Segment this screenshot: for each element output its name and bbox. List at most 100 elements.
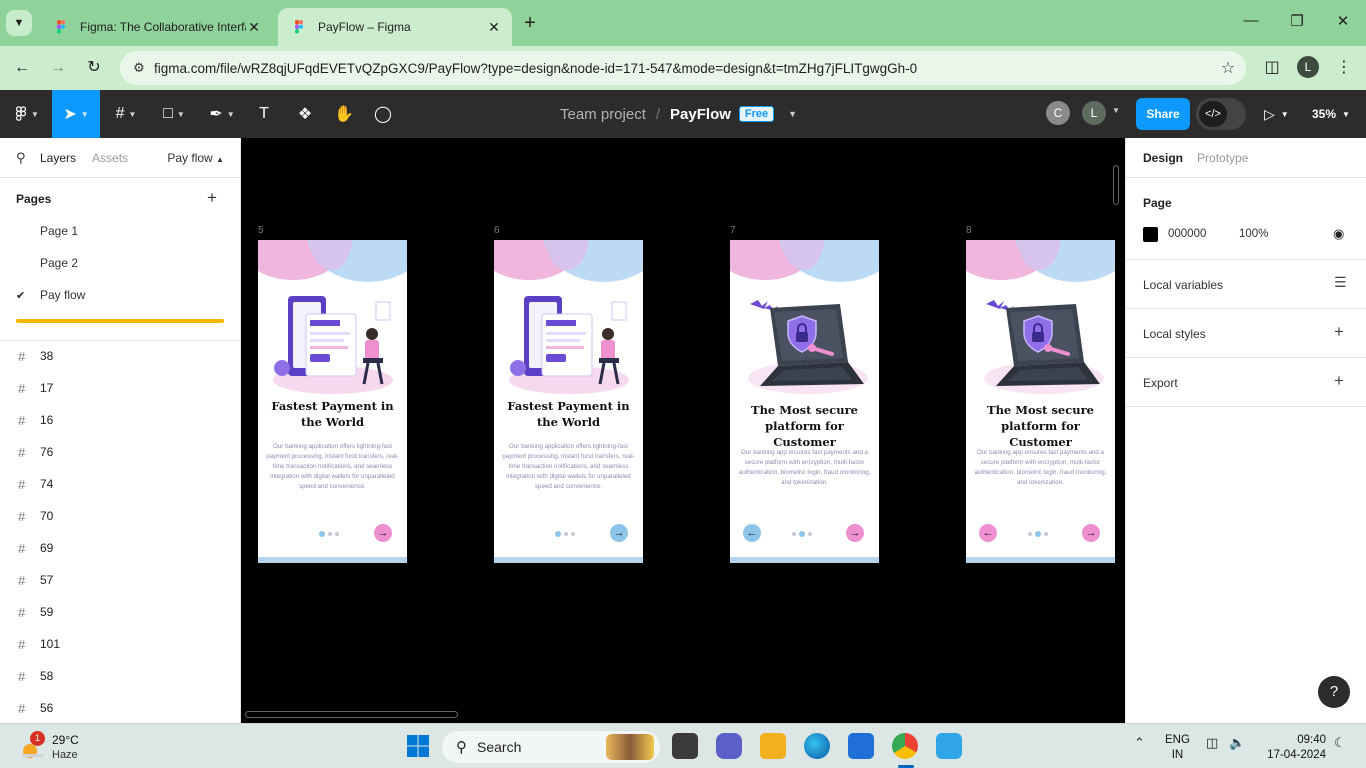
- windows-start-icon[interactable]: [405, 733, 431, 759]
- move-tool-button[interactable]: ➤ ▼: [52, 90, 100, 138]
- frame-label[interactable]: 6: [494, 225, 500, 236]
- task-view-icon[interactable]: [672, 733, 698, 759]
- new-tab-button[interactable]: +: [518, 12, 542, 36]
- address-bar[interactable]: ⚙ figma.com/file/wRZ8qjUFqdEVETvQZpGXC9/…: [120, 51, 1246, 85]
- onboarding-frame[interactable]: Fastest Payment in the World Our banking…: [258, 240, 407, 563]
- notification-moon-icon[interactable]: ☾: [1334, 735, 1346, 751]
- collaborator-avatar[interactable]: L: [1082, 101, 1106, 125]
- page-switcher[interactable]: Pay flow ▲: [167, 151, 224, 165]
- pages-resize-handle[interactable]: [16, 319, 224, 323]
- minimize-button[interactable]: —: [1228, 12, 1274, 29]
- taskbar-search[interactable]: ⚲ Search: [442, 731, 660, 763]
- tab-assets[interactable]: Assets: [92, 151, 128, 165]
- page-color-hex[interactable]: 000000: [1168, 228, 1206, 240]
- team-name[interactable]: Team project: [560, 106, 646, 123]
- resources-button[interactable]: ❖: [290, 90, 320, 138]
- page-item-pay-flow[interactable]: Pay flow: [40, 288, 85, 302]
- layer-frame[interactable]: #70: [18, 506, 53, 526]
- search-icon[interactable]: ⚲: [16, 150, 30, 166]
- onboarding-frame[interactable]: Fastest Payment in the World Our banking…: [494, 240, 643, 563]
- main-menu-button[interactable]: ▼: [6, 90, 48, 138]
- add-page-icon[interactable]: +: [207, 188, 217, 208]
- hand-tool-button[interactable]: ✋: [330, 90, 358, 138]
- add-style-icon[interactable]: +: [1334, 322, 1344, 342]
- local-styles-section[interactable]: Local styles +: [1126, 309, 1366, 358]
- frame-label[interactable]: 7: [730, 225, 736, 236]
- vertical-scrollbar[interactable]: [1113, 165, 1119, 205]
- next-arrow-icon[interactable]: →: [846, 524, 864, 542]
- pen-tool-button[interactable]: ✒ ▼: [200, 90, 244, 138]
- layer-frame[interactable]: #69: [18, 538, 53, 558]
- horizontal-scrollbar[interactable]: [245, 711, 458, 718]
- collaborator-avatar[interactable]: C: [1046, 101, 1070, 125]
- tab-prototype[interactable]: Prototype: [1197, 151, 1248, 165]
- eye-icon[interactable]: ◉: [1333, 226, 1344, 242]
- page-item-page-1[interactable]: Page 1: [40, 224, 78, 238]
- page-item-page-2[interactable]: Page 2: [40, 256, 78, 270]
- layer-frame[interactable]: #59: [18, 602, 53, 622]
- browser-tab-figma-home[interactable]: Figma: The Collaborative Interface Desig…: [40, 8, 272, 46]
- teams-chat-icon[interactable]: [716, 733, 742, 759]
- share-button[interactable]: Share: [1136, 98, 1190, 130]
- help-button[interactable]: ?: [1318, 676, 1350, 708]
- chrome-icon[interactable]: [892, 733, 918, 759]
- dev-mode-toggle[interactable]: </>: [1196, 98, 1246, 130]
- back-arrow-icon[interactable]: ←: [9, 55, 35, 81]
- onboarding-frame[interactable]: The Most secure platform for Customer Ou…: [966, 240, 1115, 563]
- design-canvas[interactable]: 5 Fastest Payment in the World Our banki…: [241, 138, 1125, 723]
- layer-frame[interactable]: #74: [18, 474, 53, 494]
- chevron-up-icon[interactable]: ⌃: [1134, 735, 1145, 751]
- add-export-icon[interactable]: +: [1334, 371, 1344, 391]
- export-section[interactable]: Export +: [1126, 358, 1366, 407]
- layer-frame[interactable]: #17: [18, 378, 53, 398]
- more-menu-icon[interactable]: ⋮: [1331, 55, 1357, 81]
- browser-tab-payflow[interactable]: PayFlow – Figma ✕: [278, 8, 512, 46]
- profile-avatar[interactable]: L: [1297, 56, 1319, 78]
- shape-tool-button[interactable]: □ ▼: [152, 90, 196, 138]
- frame-tool-button[interactable]: # ▼: [104, 90, 148, 138]
- weather-temperature[interactable]: 29°C: [52, 733, 79, 747]
- page-opacity[interactable]: 100%: [1239, 228, 1268, 240]
- close-window-button[interactable]: ✕: [1320, 12, 1366, 30]
- reload-icon[interactable]: ↻: [81, 55, 107, 81]
- volume-icon[interactable]: 🔈: [1229, 735, 1245, 751]
- variables-sliders-icon[interactable]: ☰: [1334, 274, 1347, 291]
- comment-tool-button[interactable]: ◯: [369, 90, 397, 138]
- layer-frame[interactable]: #58: [18, 666, 53, 686]
- tab-search-button[interactable]: ▼: [6, 10, 32, 36]
- page-color-swatch[interactable]: [1143, 227, 1158, 242]
- text-tool-button[interactable]: T: [250, 90, 278, 138]
- edge-browser-icon[interactable]: [804, 733, 830, 759]
- close-tab-icon[interactable]: ✕: [486, 19, 502, 36]
- next-arrow-icon[interactable]: →: [1082, 524, 1100, 542]
- language-indicator[interactable]: ENG IN: [1165, 733, 1190, 763]
- back-arrow-icon[interactable]: ←: [743, 524, 761, 542]
- layer-frame[interactable]: #38: [18, 346, 53, 366]
- zoom-control[interactable]: 35% ▼: [1312, 90, 1350, 138]
- weather-condition[interactable]: Haze: [52, 749, 78, 761]
- chevron-down-icon[interactable]: ▼: [788, 109, 797, 119]
- layer-frame[interactable]: #101: [18, 634, 60, 654]
- frame-label[interactable]: 5: [258, 225, 264, 236]
- tab-layers[interactable]: Layers: [40, 151, 76, 165]
- bookmark-star-icon[interactable]: ☆: [1210, 58, 1246, 78]
- side-panel-icon[interactable]: ◫: [1259, 55, 1285, 81]
- url-text[interactable]: figma.com/file/wRZ8qjUFqdEVETvQZpGXC9/Pa…: [154, 61, 1210, 76]
- onboarding-frame[interactable]: The Most secure platform for Customer Ou…: [730, 240, 879, 563]
- layer-frame[interactable]: #76: [18, 442, 53, 462]
- restore-button[interactable]: ❐: [1274, 12, 1320, 30]
- frame-label[interactable]: 8: [966, 225, 972, 236]
- next-arrow-icon[interactable]: →: [610, 524, 628, 542]
- microsoft-store-icon[interactable]: [848, 733, 874, 759]
- present-button[interactable]: ▷ ▼: [1264, 90, 1289, 138]
- snipping-tool-icon[interactable]: [936, 733, 962, 759]
- layer-frame[interactable]: #56: [18, 698, 53, 718]
- network-icon[interactable]: ◫: [1206, 735, 1218, 751]
- local-variables-section[interactable]: Local variables ☰: [1126, 260, 1366, 309]
- layer-frame[interactable]: #57: [18, 570, 53, 590]
- file-title[interactable]: Team project / PayFlow Free ▼: [560, 90, 797, 138]
- forward-arrow-icon[interactable]: →: [45, 55, 71, 81]
- next-arrow-icon[interactable]: →: [374, 524, 392, 542]
- file-name[interactable]: PayFlow: [670, 106, 731, 123]
- site-info-icon[interactable]: ⚙: [124, 60, 154, 76]
